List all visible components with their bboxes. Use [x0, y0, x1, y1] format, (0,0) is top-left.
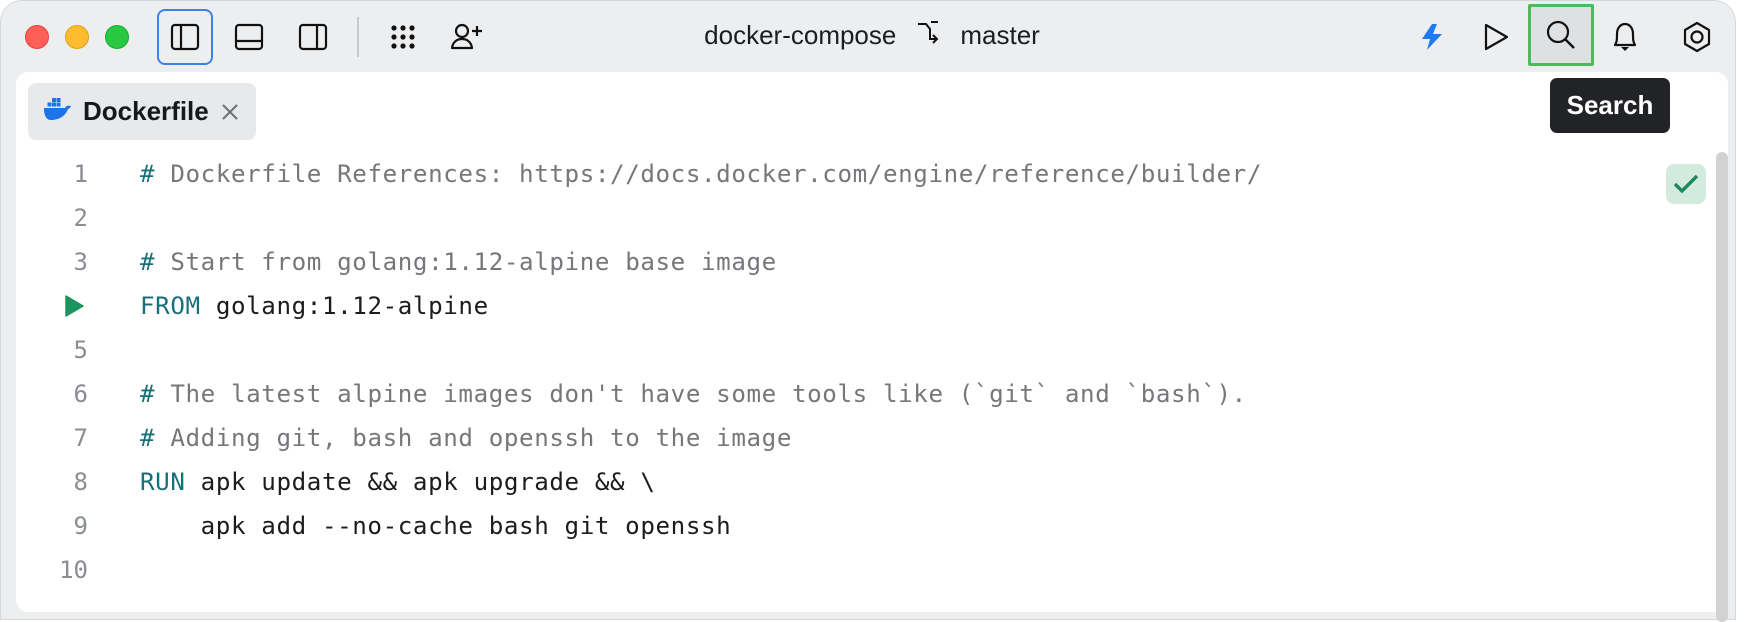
search-tooltip: Search	[1550, 78, 1670, 133]
git-branch-name[interactable]: master	[960, 20, 1039, 51]
code-text: # Start from golang:1.12-alpine base ima…	[140, 248, 777, 276]
code-text: apk add --no-cache bash git openssh	[140, 512, 731, 540]
code-text: # Dockerfile References: https://docs.do…	[140, 160, 1262, 188]
toggle-bottom-panel-button[interactable]	[221, 9, 277, 65]
toolbar-divider	[357, 17, 359, 57]
code-line[interactable]: 8 RUN apk update && apk upgrade && \	[16, 460, 1728, 504]
toggle-right-panel-button[interactable]	[285, 9, 341, 65]
line-number: 8	[73, 468, 88, 496]
instruction-args: apk add --no-cache bash git openssh	[140, 512, 732, 540]
code-text: RUN apk update && apk upgrade && \	[140, 468, 656, 496]
project-name[interactable]: docker-compose	[704, 20, 896, 51]
close-tab-button[interactable]	[221, 103, 239, 121]
instruction-args: apk update && apk upgrade && \	[185, 468, 656, 496]
instruction-keyword: RUN	[140, 468, 186, 496]
comment-marker: #	[140, 160, 156, 188]
code-text: # Adding git, bash and openssh to the im…	[140, 424, 792, 452]
maximize-window-button[interactable]	[105, 25, 129, 49]
comment-text: Dockerfile References: https://docs.dock…	[155, 160, 1263, 188]
search-icon	[1546, 20, 1575, 49]
git-branch-icon	[916, 19, 942, 52]
right-panel-icon	[298, 23, 328, 51]
comment-text: Adding git, bash and openssh to the imag…	[155, 424, 792, 452]
comment-text: The latest alpine images don't have some…	[155, 380, 1247, 408]
code-line[interactable]: 1 # Dockerfile References: https://docs.d…	[16, 152, 1728, 196]
line-number: 5	[73, 336, 88, 364]
grid-icon	[391, 25, 415, 49]
line-number: 1	[73, 160, 88, 188]
code-text: # The latest alpine images don't have so…	[140, 380, 1247, 408]
line-number: 3	[73, 248, 88, 276]
instruction-keyword: FROM	[140, 292, 201, 320]
code-line[interactable]: 7 # Adding git, bash and openssh to the i…	[16, 416, 1728, 460]
line-number: 9	[73, 512, 88, 540]
lightning-icon	[1422, 24, 1442, 50]
line-number: 6	[73, 380, 88, 408]
code-line[interactable]: 3 # Start from golang:1.12-alpine base im…	[16, 240, 1728, 284]
code-line[interactable]: 5	[16, 328, 1728, 372]
line-number: 7	[73, 424, 88, 452]
ai-assistant-button[interactable]	[1404, 9, 1460, 65]
bell-icon	[1613, 22, 1637, 51]
instruction-args: golang:1.12-alpine	[200, 292, 489, 320]
close-window-button[interactable]	[25, 25, 49, 49]
line-number: 2	[73, 204, 88, 232]
comment-marker: #	[140, 248, 156, 276]
left-panel-icon	[170, 23, 200, 51]
code-line[interactable]: 6 # The latest alpine images don't have s…	[16, 372, 1728, 416]
comment-marker: #	[140, 380, 156, 408]
search-button[interactable]	[1528, 4, 1594, 66]
code-text: FROM golang:1.12-alpine	[140, 292, 489, 320]
apps-grid-button[interactable]	[375, 9, 431, 65]
tab-label: Dockerfile	[83, 96, 209, 126]
code-line[interactable]: 2	[16, 196, 1728, 240]
settings-button[interactable]	[1669, 9, 1725, 65]
bottom-panel-icon	[234, 23, 264, 51]
add-user-button[interactable]	[439, 9, 495, 65]
minimize-window-button[interactable]	[65, 25, 89, 49]
close-icon	[222, 103, 238, 120]
code-line[interactable]: 10	[16, 548, 1728, 592]
toggle-left-panel-button[interactable]	[157, 9, 213, 65]
comment-marker: #	[140, 424, 156, 452]
code-line[interactable]: FROM golang:1.12-alpine	[16, 284, 1728, 328]
add-user-icon	[450, 23, 482, 50]
docker-icon	[43, 96, 73, 127]
tab-dockerfile[interactable]: Dockerfile	[28, 83, 256, 140]
notifications-button[interactable]	[1597, 9, 1653, 65]
run-gutter-icon[interactable]	[64, 295, 84, 323]
editor-panel: Dockerfile 1 # Dockerfile References: htt…	[16, 72, 1728, 622]
code-line[interactable]: 9 apk add --no-cache bash git openssh	[16, 504, 1728, 548]
play-icon	[1484, 23, 1509, 51]
line-number: 10	[59, 556, 88, 584]
run-button[interactable]	[1468, 9, 1524, 65]
hexagon-settings-icon	[1683, 21, 1711, 53]
comment-text: Start from golang:1.12-alpine base image	[155, 248, 777, 276]
